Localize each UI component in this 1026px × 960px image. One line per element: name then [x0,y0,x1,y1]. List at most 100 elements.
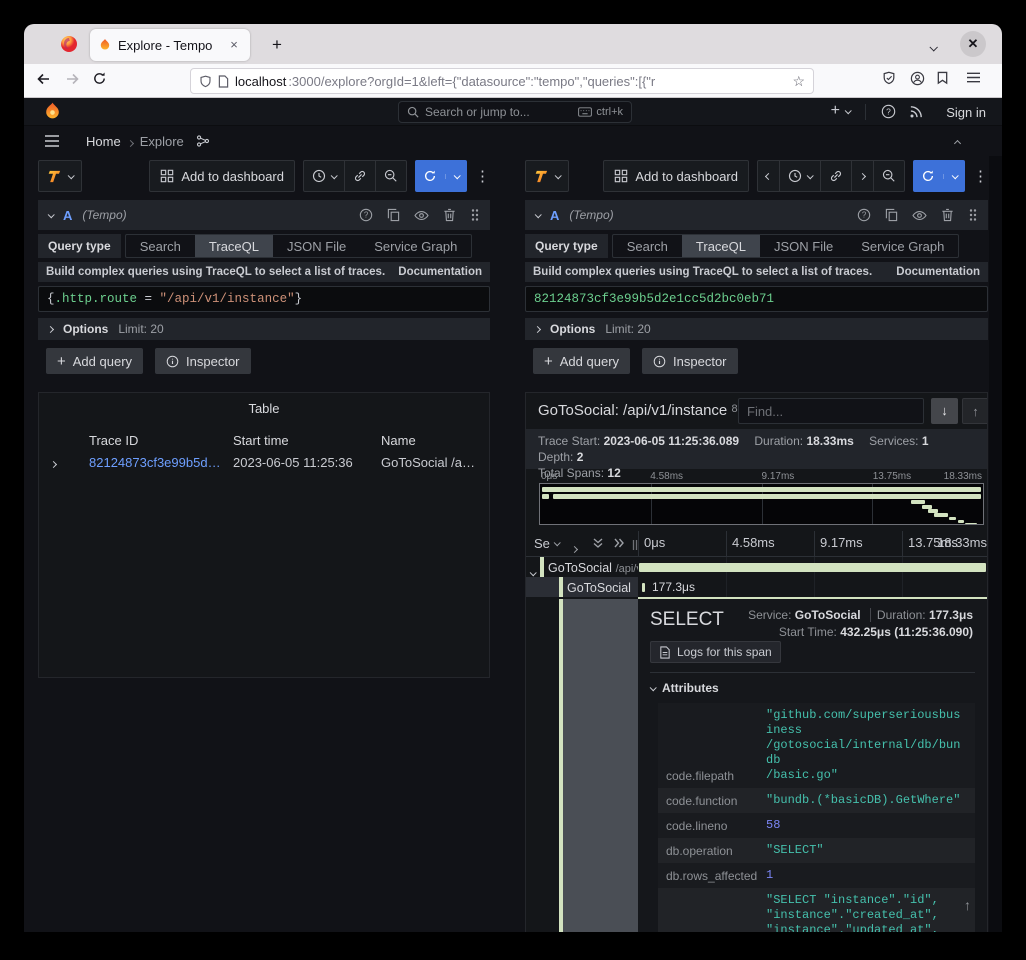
search-input[interactable]: Search or jump to... ctrl+k [398,101,632,123]
shift-time-back-button[interactable] [758,161,780,191]
row-expand-chevron-icon[interactable] [51,455,56,470]
account-icon[interactable] [910,71,930,91]
column-header-start-time[interactable]: Start time [233,433,289,448]
column-header-trace-id[interactable]: Trace ID [89,433,138,448]
logs-for-span-button[interactable]: Logs for this span [650,641,781,663]
disable-query-eye-icon-right[interactable] [912,209,927,222]
span-row-select[interactable]: GoToSocial 177.3μs [526,577,987,597]
grafana-logo-icon[interactable] [42,101,63,122]
bookmark-star-icon[interactable]: ☆ [792,73,805,90]
tab-service-graph-right[interactable]: Service Graph [847,235,958,257]
breadcrumb-explore[interactable]: Explore [140,134,184,149]
query-help-icon[interactable]: ? [359,208,373,222]
link-split-button[interactable] [345,161,376,191]
options-expand-chevron-icon[interactable] [47,325,54,332]
span-collapse-chevron-icon[interactable] [530,564,535,577]
inspector-button[interactable]: Inspector [155,348,250,374]
span-bar-child[interactable] [642,583,645,592]
service-operation-dropdown[interactable]: Se [534,536,559,551]
query-row-header[interactable]: A (Tempo) ? [38,200,490,230]
page-info-icon[interactable] [218,75,229,88]
run-query-button-right[interactable] [913,160,965,192]
expand-all-icon[interactable] [612,537,626,549]
back-icon[interactable] [36,71,56,91]
collapse-query-chevron-icon[interactable] [48,211,55,218]
pane-kebab-menu-icon[interactable]: ⋮ [475,167,490,185]
browser-tab[interactable]: Explore - Tempo × [90,29,250,61]
disable-query-eye-icon[interactable] [414,209,429,222]
find-next-button[interactable]: ↓ [931,398,958,424]
tab-traceql-right[interactable]: TraceQL [682,235,760,257]
attributes-chevron-icon[interactable] [650,684,657,691]
duplicate-query-icon[interactable] [387,208,400,222]
link-split-button-right[interactable] [821,161,852,191]
add-to-dashboard-button-right[interactable]: Add to dashboard [603,160,749,192]
tab-close-icon[interactable]: × [226,37,242,53]
collapse-query-chevron-icon-right[interactable] [535,211,542,218]
collapse-all-icon[interactable] [592,536,604,550]
drag-handle-icon-right[interactable] [968,208,978,222]
url-field[interactable]: localhost:3000/explore?orgId=1&left={"da… [190,68,814,94]
breadcrumb-home[interactable]: Home [86,134,121,149]
span-bar-track-child[interactable]: 177.3μs [638,577,987,597]
inspector-button-right[interactable]: Inspector [642,348,737,374]
add-query-button[interactable]: +Add query [46,348,143,374]
pane-kebab-menu-icon-right[interactable]: ⋮ [973,167,988,185]
reload-icon[interactable] [92,71,112,91]
site-security-shield-icon[interactable] [199,75,212,88]
save-to-pocket-icon[interactable] [936,71,956,91]
share-icon[interactable] [196,134,210,148]
page-scrollbar[interactable] [989,156,1002,932]
drag-handle-icon[interactable] [470,208,480,222]
documentation-link[interactable]: Documentation [398,266,482,278]
time-range-button-right[interactable] [780,161,821,191]
tab-traceql[interactable]: TraceQL [195,235,273,257]
add-to-dashboard-button[interactable]: Add to dashboard [149,160,295,192]
query-row-header-right[interactable]: A (Tempo) ? [525,200,988,230]
options-expand-chevron-icon-right[interactable] [534,325,541,332]
time-range-button[interactable] [304,161,345,191]
datasource-picker[interactable] [38,160,82,192]
new-tab-button[interactable]: + [264,32,290,58]
tab-json-file-right[interactable]: JSON File [760,235,847,257]
traceql-query-input[interactable]: {.http.route = "/api/v1/instance"} [38,286,490,312]
shift-time-forward-button[interactable] [852,161,874,191]
list-tabs-chevron-icon[interactable] [930,38,936,56]
duplicate-query-icon-right[interactable] [885,208,898,222]
span-bar-track[interactable] [638,557,987,577]
documentation-link-right[interactable]: Documentation [896,266,980,278]
find-prev-button[interactable]: ↑ [962,398,988,424]
trace-minimap[interactable]: 0μs 4.58ms 9.17ms 13.75ms 18.33ms [539,471,984,525]
help-icon[interactable]: ? [881,104,896,119]
firefox-logo-icon[interactable] [60,35,78,53]
trace-id-query-input[interactable]: 82124873cf3e99b5d2e1cc5d2bc0eb71 [525,286,988,312]
news-rss-icon[interactable] [909,104,924,119]
zoom-out-button[interactable] [376,161,406,191]
find-input[interactable]: Find... [738,398,924,424]
remove-query-trash-icon-right[interactable] [941,208,954,222]
zoom-out-button-right[interactable] [874,161,904,191]
tab-search-right[interactable]: Search [613,235,682,257]
scroll-to-top-icon[interactable]: ↑ [964,897,971,913]
query-options-row[interactable]: Options Limit: 20 [38,318,490,340]
span-row-root[interactable]: GoToSocial /api/v1/instance [526,557,987,577]
collapse-header-chevron-icon[interactable] [955,134,960,149]
datasource-picker-right[interactable] [525,160,569,192]
tab-service-graph[interactable]: Service Graph [360,235,471,257]
query-options-row-right[interactable]: Options Limit: 20 [525,318,988,340]
tab-json-file[interactable]: JSON File [273,235,360,257]
sign-in-link[interactable]: Sign in [946,105,986,120]
run-query-chevron[interactable] [445,174,467,179]
trace-id-link[interactable]: 82124873cf3e99b5d2e1cc5d2bc0eb71 [89,455,227,470]
remove-query-trash-icon[interactable] [443,208,456,222]
mega-menu-hamburger-icon[interactable] [44,134,60,148]
window-close-button[interactable]: ✕ [960,31,986,57]
menu-hamburger-icon[interactable] [966,71,986,91]
new-menu-button[interactable]: + [831,104,850,118]
minimap-canvas[interactable] [539,483,984,525]
column-header-name[interactable]: Name [381,433,416,448]
attributes-section-header[interactable]: Attributes [650,681,975,695]
tracking-shield-icon[interactable] [882,71,902,91]
forward-icon[interactable] [64,71,84,91]
table-panel-title[interactable]: Table [39,401,489,416]
